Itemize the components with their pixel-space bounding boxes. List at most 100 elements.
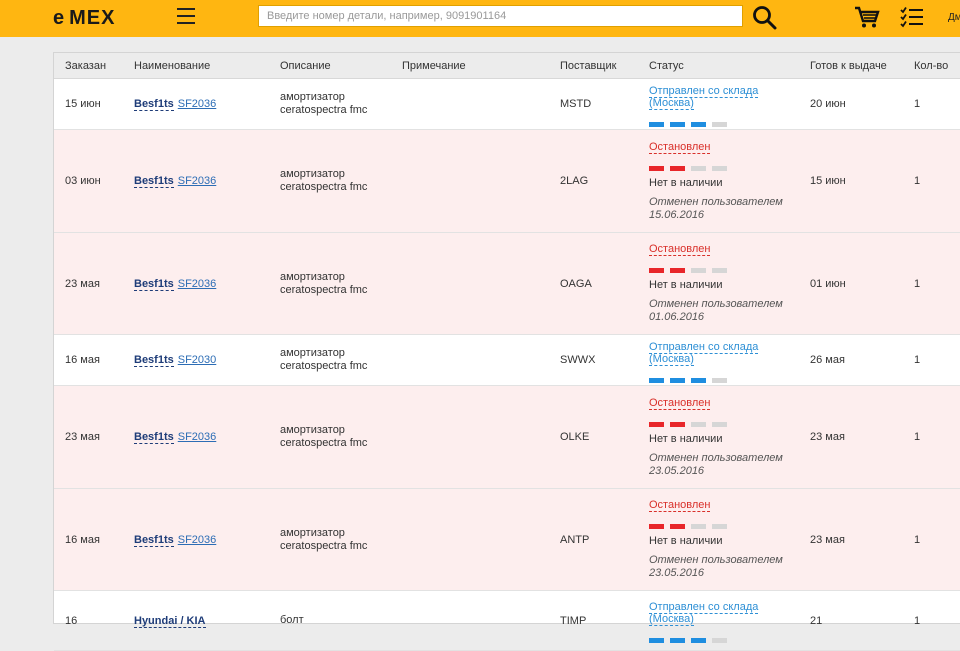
progress-segment — [712, 268, 727, 273]
description-line1: амортизатор — [280, 168, 345, 180]
note-cell — [391, 488, 549, 591]
status-cell: Остановлен Нет в наличии Отменен пользоват… — [638, 129, 799, 233]
search-input[interactable] — [258, 5, 743, 27]
progress-segment — [649, 638, 664, 643]
ordered-date: 23 мая — [54, 232, 123, 335]
availability-text: Нет в наличии — [649, 432, 723, 445]
emex-logo[interactable]: e MEX — [53, 7, 115, 30]
ready-date: 23 мая — [799, 385, 903, 489]
note-cell — [391, 590, 549, 651]
brand-link[interactable]: Besf1ts — [134, 431, 174, 444]
table-row[interactable]: 23 мая Besf1ts SF2036 амортизатор ceratospec… — [54, 232, 960, 335]
progress-segment — [712, 524, 727, 529]
status-link[interactable]: Остановлен — [649, 140, 711, 154]
orders-table: Заказан Наименование Описание Примечание… — [54, 53, 960, 651]
brand-link[interactable]: Besf1ts — [134, 277, 174, 291]
progress-indicator — [649, 520, 799, 529]
status-link[interactable]: Отправлен со склада (Москва) — [649, 340, 759, 366]
top-bar: eMEX Дм — [0, 0, 960, 37]
quantity-cell: 1 — [903, 129, 960, 233]
cancel-text: Отменен пользователем — [649, 451, 783, 464]
status-link[interactable]: Отправлен со склада (Москва) — [649, 84, 759, 110]
description-cell: болт — [269, 590, 391, 651]
progress-segment — [691, 638, 706, 643]
description-cell: амортизатор ceratospectra fmc — [269, 78, 391, 130]
search-icon[interactable] — [752, 5, 778, 31]
progress-indicator — [649, 418, 799, 427]
checklist-icon[interactable] — [900, 6, 924, 28]
col-ordered[interactable]: Заказан — [54, 53, 123, 79]
logo-letter-e: e — [53, 7, 66, 29]
description-cell: амортизатор ceratospectra fmc — [269, 385, 391, 489]
progress-indicator — [649, 264, 799, 273]
progress-segment — [649, 524, 664, 529]
part-number-link[interactable]: SF2030 — [178, 354, 217, 366]
ordered-date: 16 мая — [54, 488, 123, 591]
hamburger-icon[interactable] — [177, 8, 195, 24]
status-link[interactable]: Остановлен — [649, 396, 711, 410]
progress-segment — [712, 121, 727, 127]
ready-date: 20 июн — [799, 78, 903, 130]
ready-date: 15 июн — [799, 129, 903, 233]
ready-date: 23 мая — [799, 488, 903, 591]
description-line1: амортизатор — [280, 526, 345, 539]
col-status[interactable]: Статус — [638, 53, 799, 79]
progress-indicator — [649, 118, 799, 127]
status-link[interactable]: Остановлен — [649, 499, 711, 512]
ready-date: 21 — [799, 590, 903, 651]
part-number-link[interactable]: SF2036 — [178, 278, 217, 290]
quantity-cell: 1 — [903, 488, 960, 591]
table-row[interactable]: 15 июн Besf1ts SF2036 амортизатор ceratospec… — [54, 78, 960, 130]
col-qty[interactable]: Кол-во — [903, 53, 960, 79]
progress-indicator — [649, 162, 799, 171]
description-line1: амортизатор — [280, 424, 345, 436]
brand-link[interactable]: Besf1ts — [134, 533, 174, 547]
brand-link[interactable]: Hyundai / KIA — [134, 614, 206, 628]
table-row[interactable]: 23 мая Besf1ts SF2036 амортизатор ceratospec… — [54, 385, 960, 489]
progress-segment — [670, 524, 685, 529]
user-name[interactable]: Дм — [948, 12, 960, 23]
status-link[interactable]: Остановлен — [649, 243, 711, 256]
logo-letter-m: M — [69, 7, 87, 29]
progress-segment — [691, 421, 706, 427]
cancel-note: Отменен пользователем 23.05.2016 — [649, 452, 799, 478]
part-number-link[interactable]: SF2036 — [178, 534, 217, 546]
progress-segment — [691, 524, 706, 529]
col-ready[interactable]: Готов к выдаче — [799, 53, 903, 79]
description-line2: ceratospectra fmc — [280, 437, 368, 449]
col-description[interactable]: Описание — [269, 53, 391, 79]
brand-link[interactable]: Besf1ts — [134, 354, 174, 367]
cancel-date: 01.06.2016 — [649, 311, 705, 323]
name-cell: Besf1ts SF2036 — [123, 488, 269, 591]
supplier-cell: TIMP — [549, 590, 638, 651]
ordered-date: 15 июн — [54, 78, 123, 130]
progress-segment — [649, 421, 664, 427]
supplier-cell: OLKE — [549, 385, 638, 489]
col-note[interactable]: Примечание — [391, 53, 549, 79]
col-supplier[interactable]: Поставщик — [549, 53, 638, 79]
ordered-date: 16 мая — [54, 334, 123, 386]
col-name[interactable]: Наименование — [123, 53, 269, 79]
table-row[interactable]: 03 июн Besf1ts SF2036 амортизатор ceratospec… — [54, 129, 960, 233]
cart-icon[interactable] — [854, 5, 880, 29]
part-number-link[interactable]: SF2036 — [178, 175, 217, 187]
name-cell: Besf1ts SF2036 — [123, 232, 269, 335]
progress-segment — [691, 377, 706, 383]
table-row[interactable]: 16 мая Besf1ts SF2030 амортизатор ceratospec… — [54, 334, 960, 386]
part-number-link[interactable]: SF2036 — [178, 431, 217, 443]
cancel-text: Отменен пользователем — [649, 195, 783, 208]
name-cell: Besf1ts SF2036 — [123, 385, 269, 489]
note-cell — [391, 129, 549, 233]
table-row[interactable]: 16 мая Besf1ts SF2036 амортизатор ceratospec… — [54, 488, 960, 591]
status-cell: Отправлен со склада (Москва) — [638, 334, 799, 386]
orders-body: 15 июн Besf1ts SF2036 амортизатор ceratospec… — [54, 78, 960, 651]
status-cell: Остановлен Нет в наличии Отменен пользоват… — [638, 385, 799, 489]
quantity-cell: 1 — [903, 334, 960, 386]
progress-segment — [670, 638, 685, 643]
table-header-row: Заказан Наименование Описание Примечание… — [54, 53, 960, 79]
part-number-link[interactable]: SF2036 — [178, 98, 217, 110]
cancel-date: 23.05.2016 — [649, 567, 705, 579]
brand-link[interactable]: Besf1ts — [134, 175, 174, 188]
table-row[interactable]: 16 Hyundai / KIA болт TIMP Отправлен со скла… — [54, 590, 960, 651]
brand-link[interactable]: Besf1ts — [134, 98, 174, 111]
